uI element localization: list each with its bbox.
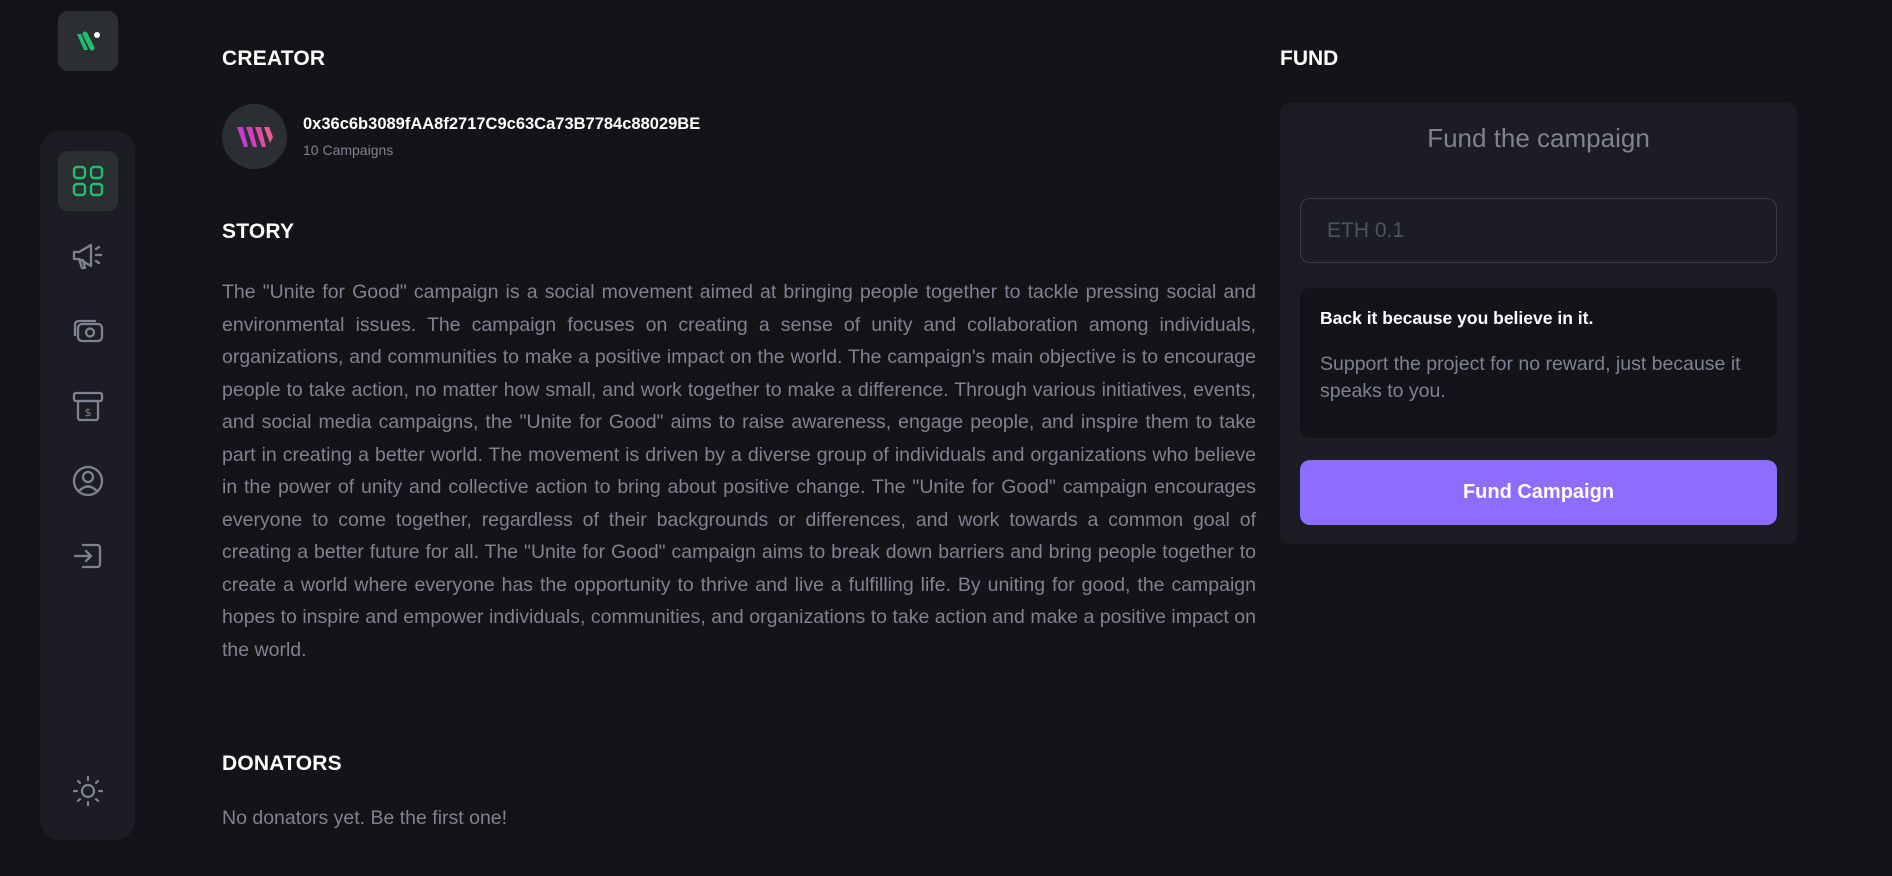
donators-empty-text: No donators yet. Be the first one!	[222, 807, 508, 829]
fund-campaign-button[interactable]: Fund Campaign	[1300, 460, 1777, 525]
nav-dashboard-button[interactable]	[58, 151, 118, 211]
sun-icon	[72, 775, 104, 807]
svg-text:$: $	[85, 406, 92, 419]
creator-logo-icon	[236, 126, 273, 147]
creator-heading: CREATOR	[222, 47, 326, 70]
profile-icon	[72, 465, 104, 497]
logo-button[interactable]	[58, 11, 118, 71]
megaphone-icon	[72, 243, 103, 270]
payment-icon	[73, 319, 104, 343]
nav-withdraw-button[interactable]: $	[58, 376, 118, 436]
nav-payment-button[interactable]	[58, 301, 118, 361]
withdraw-icon: $	[72, 391, 104, 422]
app-root: $ CREATOR 0x36c6b3089fAA8f2717C9c63Ca73B…	[0, 0, 1892, 876]
fund-info-box: Back it because you believe in it. Suppo…	[1300, 288, 1777, 438]
fund-amount-input[interactable]	[1300, 198, 1777, 263]
creator-info: 0x36c6b3089fAA8f2717C9c63Ca73B7784c88029…	[303, 115, 700, 158]
logo-icon	[77, 31, 100, 51]
theme-toggle-button[interactable]	[58, 761, 118, 821]
logout-icon	[73, 543, 102, 569]
sidebar: $	[40, 131, 135, 840]
nav-campaign-button[interactable]	[58, 226, 118, 286]
nav-logout-button[interactable]	[58, 526, 118, 586]
creator-row: 0x36c6b3089fAA8f2717C9c63Ca73B7784c88029…	[222, 104, 700, 169]
creator-address: 0x36c6b3089fAA8f2717C9c63Ca73B7784c88029…	[303, 115, 701, 133]
creator-avatar	[222, 104, 287, 169]
fund-heading: FUND	[1280, 47, 1339, 70]
story-text: The "Unite for Good" campaign is a socia…	[222, 281, 1256, 661]
story-heading: STORY	[222, 220, 295, 243]
donators-heading: DONATORS	[222, 752, 342, 775]
fund-info-description: Support the project for no reward, just …	[1320, 353, 1741, 402]
creator-campaign-count: 10 Campaigns	[303, 142, 394, 158]
fund-card-title: Fund the campaign	[1427, 123, 1650, 153]
fund-card: Fund the campaign Back it because you be…	[1280, 103, 1797, 544]
dashboard-icon	[72, 165, 104, 197]
fund-info-title: Back it because you believe in it.	[1320, 308, 1594, 328]
nav-profile-button[interactable]	[58, 451, 118, 511]
